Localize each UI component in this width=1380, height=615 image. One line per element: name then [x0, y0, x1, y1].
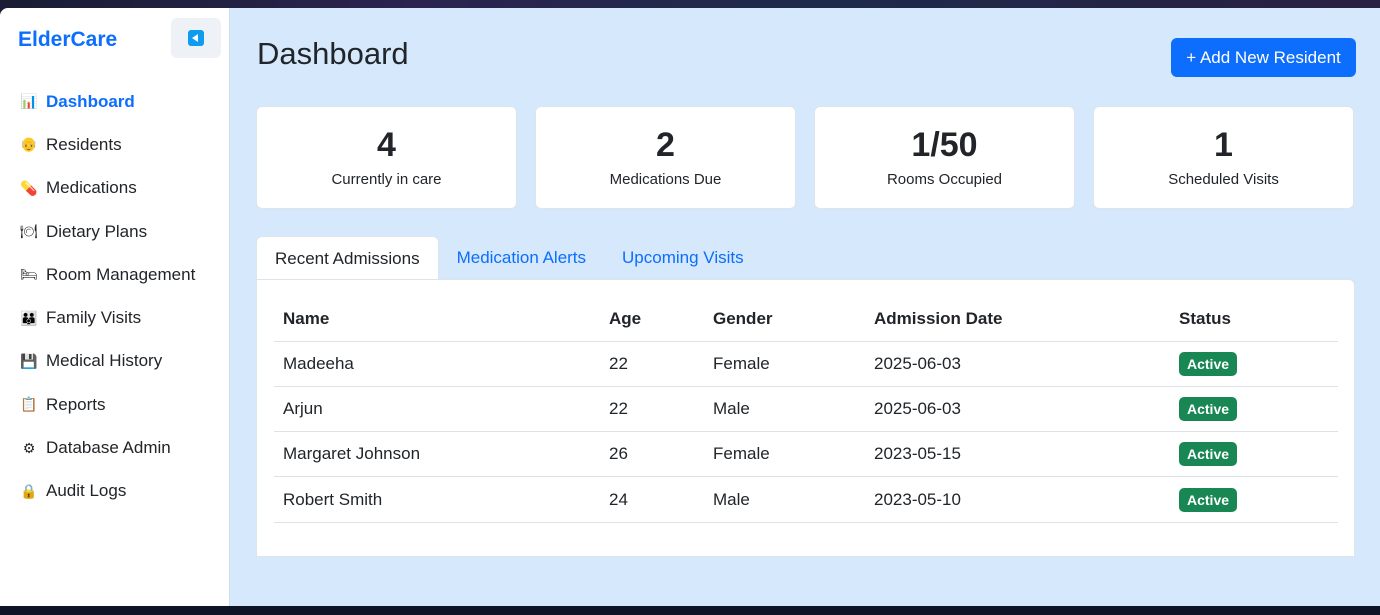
table-row[interactable]: Margaret Johnson 26 Female 2023-05-15 Ac…: [274, 431, 1338, 478]
column-header-name: Name: [274, 298, 600, 342]
stats-row: 4 Currently in care 2 Medications Due 1/…: [256, 106, 1354, 209]
sidebar-item-label: Medications: [46, 178, 137, 198]
table-row[interactable]: Robert Smith 24 Male 2023-05-10 Active: [274, 476, 1338, 523]
tab-panel: Name Age Gender Admission Date Status Ma…: [256, 279, 1355, 557]
cell-status: Active: [1170, 341, 1338, 387]
page-title: Dashboard: [257, 36, 409, 71]
column-header-gender: Gender: [704, 298, 865, 342]
floppy-icon: 💾: [20, 352, 38, 369]
sidebar-item-medications[interactable]: 💊 Medications: [0, 167, 230, 210]
sidebar-item-family-visits[interactable]: 👪 Family Visits: [0, 296, 230, 339]
status-badge: Active: [1179, 396, 1238, 421]
stat-value: 1/50: [911, 126, 978, 165]
cell-admission-date: 2023-05-10: [865, 476, 1170, 523]
sidebar-item-dietary-plans[interactable]: 🍽 Dietary Plans: [0, 210, 230, 253]
pill-icon: 💊: [20, 179, 38, 196]
sidebar-item-label: Dietary Plans: [46, 221, 148, 241]
clipboard-icon: 📋: [20, 396, 38, 413]
sidebar: ElderCare 📊 Dashboard 👴 Residents 💊 Medi…: [0, 8, 230, 606]
cell-age: 22: [600, 386, 704, 433]
sidebar-nav: 📊 Dashboard 👴 Residents 💊 Medications 🍽 …: [0, 80, 230, 513]
plate-icon: 🍽: [20, 223, 38, 240]
cell-name: Arjun: [274, 386, 600, 433]
sidebar-item-residents[interactable]: 👴 Residents: [0, 123, 230, 166]
status-badge: Active: [1179, 351, 1238, 376]
table-row[interactable]: Arjun 22 Male 2025-06-03 Active: [274, 386, 1338, 433]
column-header-status: Status: [1170, 298, 1338, 342]
tab-upcoming-visits[interactable]: Upcoming Visits: [604, 236, 762, 280]
sidebar-item-label: Dashboard: [46, 91, 135, 111]
stat-label: Rooms Occupied: [886, 170, 1003, 188]
status-badge: Active: [1179, 487, 1238, 512]
cell-status: Active: [1170, 476, 1338, 523]
sidebar-item-room-management[interactable]: 🛏 Room Management: [0, 253, 230, 296]
app-window: ElderCare 📊 Dashboard 👴 Residents 💊 Medi…: [0, 8, 1380, 606]
table-row[interactable]: Madeeha 22 Female 2025-06-03 Active: [274, 341, 1338, 387]
desktop-taskbar-edge: [0, 606, 1380, 615]
sidebar-toggle-button[interactable]: [171, 18, 221, 58]
stat-label: Scheduled Visits: [1168, 170, 1279, 188]
cell-gender: Male: [704, 386, 865, 433]
sidebar-item-label: Medical History: [46, 351, 163, 371]
column-header-age: Age: [600, 298, 704, 342]
cell-name: Robert Smith: [274, 476, 600, 523]
stat-card-scheduled-visits: 1 Scheduled Visits: [1093, 106, 1354, 209]
cell-admission-date: 2025-06-03: [865, 341, 1170, 387]
cell-name: Madeeha: [274, 341, 600, 387]
sidebar-item-label: Room Management: [46, 264, 196, 284]
stat-card-in-care: 4 Currently in care: [256, 106, 517, 209]
status-badge: Active: [1179, 442, 1238, 467]
sidebar-item-label: Family Visits: [46, 308, 142, 328]
stat-card-rooms-occupied: 1/50 Rooms Occupied: [814, 106, 1075, 209]
admissions-table: Name Age Gender Admission Date Status Ma…: [274, 298, 1338, 523]
collapse-icon: [188, 30, 204, 46]
stat-card-medications-due: 2 Medications Due: [535, 106, 796, 209]
sidebar-item-medical-history[interactable]: 💾 Medical History: [0, 340, 230, 383]
tab-medication-alerts[interactable]: Medication Alerts: [439, 236, 604, 280]
add-resident-button[interactable]: + Add New Resident: [1171, 38, 1356, 77]
stat-label: Medications Due: [609, 170, 722, 188]
sidebar-item-label: Database Admin: [46, 438, 171, 458]
lock-icon: 🔒: [20, 482, 38, 499]
sidebar-item-database-admin[interactable]: ⚙ Database Admin: [0, 426, 230, 469]
cell-admission-date: 2023-05-15: [865, 431, 1170, 478]
sidebar-item-label: Audit Logs: [46, 481, 127, 501]
sidebar-item-label: Reports: [46, 394, 106, 414]
cell-gender: Female: [704, 341, 865, 387]
cell-gender: Female: [704, 431, 865, 478]
cell-name: Margaret Johnson: [274, 431, 600, 478]
chart-icon: 📊: [20, 93, 38, 110]
stat-value: 1: [1214, 126, 1233, 165]
table-header-row: Name Age Gender Admission Date Status: [274, 298, 1338, 342]
family-icon: 👪: [20, 309, 38, 326]
cell-age: 26: [600, 431, 704, 478]
cell-gender: Male: [704, 476, 865, 523]
cell-age: 24: [600, 476, 704, 523]
column-header-admission-date: Admission Date: [865, 298, 1170, 342]
stat-value: 4: [377, 126, 396, 165]
bed-icon: 🛏: [20, 266, 38, 283]
main-content: Dashboard + Add New Resident 4 Currently…: [230, 8, 1380, 606]
gear-icon: ⚙: [22, 439, 36, 456]
sidebar-item-reports[interactable]: 📋 Reports: [0, 383, 230, 426]
tab-recent-admissions[interactable]: Recent Admissions: [256, 236, 439, 280]
cell-status: Active: [1170, 386, 1338, 433]
cell-status: Active: [1170, 431, 1338, 478]
cell-admission-date: 2025-06-03: [865, 386, 1170, 433]
stat-value: 2: [656, 126, 675, 165]
brand-logo[interactable]: ElderCare: [18, 28, 117, 52]
sidebar-item-label: Residents: [46, 134, 122, 154]
cell-age: 22: [600, 341, 704, 387]
elder-icon: 👴: [20, 136, 38, 153]
stat-label: Currently in care: [331, 170, 442, 188]
sidebar-item-audit-logs[interactable]: 🔒 Audit Logs: [0, 470, 230, 513]
tab-bar: Recent Admissions Medication Alerts Upco…: [256, 236, 762, 280]
sidebar-item-dashboard[interactable]: 📊 Dashboard: [0, 80, 230, 123]
